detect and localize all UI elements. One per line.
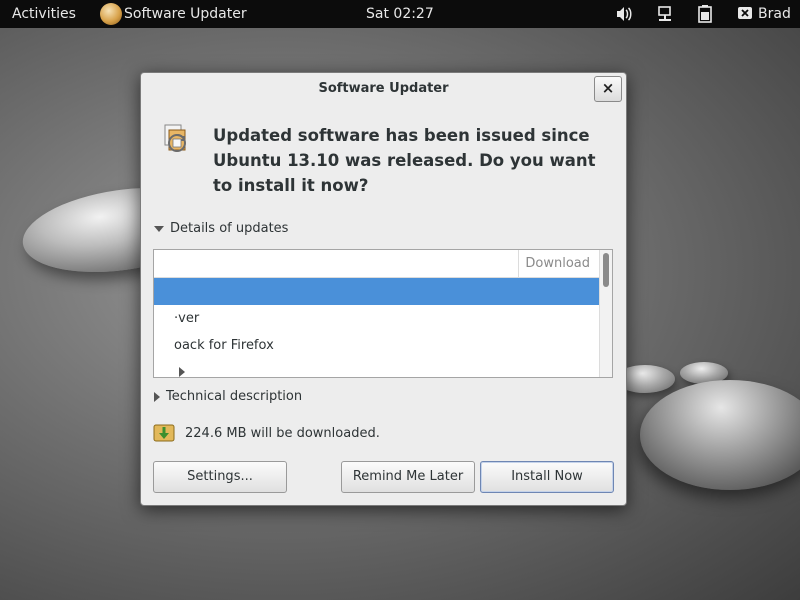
user-icon xyxy=(738,7,752,19)
settings-button[interactable]: Settings... xyxy=(153,461,287,493)
top-bar: Activities Software Updater Sat 02:27 Br xyxy=(0,0,800,28)
desktop-droplet xyxy=(640,380,800,490)
remind-me-later-button[interactable]: Remind Me Later xyxy=(341,461,475,493)
list-item[interactable] xyxy=(154,359,600,377)
list-item[interactable]: oack for Firefox xyxy=(154,332,600,359)
download-column-header[interactable]: Download xyxy=(518,250,600,277)
expander-down-icon xyxy=(154,225,164,232)
list-item-label: ·ver xyxy=(174,311,200,326)
list-header: Download xyxy=(154,250,600,278)
updates-list[interactable]: Download ·ver oack for Firefox xyxy=(153,249,613,378)
download-summary: 224.6 MB will be downloaded. xyxy=(153,423,380,443)
battery-icon[interactable] xyxy=(697,4,713,28)
volume-icon[interactable] xyxy=(614,4,634,28)
technical-expander[interactable]: Technical description xyxy=(154,389,302,404)
dialog-title[interactable]: Software Updater xyxy=(141,73,626,105)
list-scrollbar[interactable] xyxy=(599,250,612,377)
activities-button[interactable]: Activities xyxy=(12,6,76,22)
app-menu[interactable]: Software Updater xyxy=(100,0,247,28)
software-updater-dialog: Software Updater × Updated software has … xyxy=(140,72,627,506)
list-item-selected[interactable] xyxy=(154,278,600,305)
details-expander-label: Details of updates xyxy=(170,221,289,236)
list-item-label: oack for Firefox xyxy=(174,338,274,353)
row-expander-icon[interactable] xyxy=(179,367,185,377)
network-icon[interactable] xyxy=(656,4,674,28)
technical-expander-label: Technical description xyxy=(166,389,303,404)
details-expander[interactable]: Details of updates xyxy=(154,221,288,236)
close-button[interactable]: × xyxy=(594,76,622,102)
download-icon xyxy=(153,424,175,442)
install-now-button[interactable]: Install Now xyxy=(480,461,614,493)
list-item[interactable]: ·ver xyxy=(154,305,600,332)
updater-icon xyxy=(164,124,186,152)
user-menu[interactable]: Brad xyxy=(738,6,791,22)
app-icon xyxy=(100,3,122,25)
clock[interactable]: Sat 02:27 xyxy=(366,6,434,22)
download-size-text: 224.6 MB will be downloaded. xyxy=(185,425,380,441)
expander-right-icon xyxy=(154,391,160,402)
user-name: Brad xyxy=(758,6,791,22)
update-message: Updated software has been issued since U… xyxy=(213,126,596,195)
scrollbar-thumb[interactable] xyxy=(603,253,609,287)
app-menu-label: Software Updater xyxy=(124,6,247,22)
